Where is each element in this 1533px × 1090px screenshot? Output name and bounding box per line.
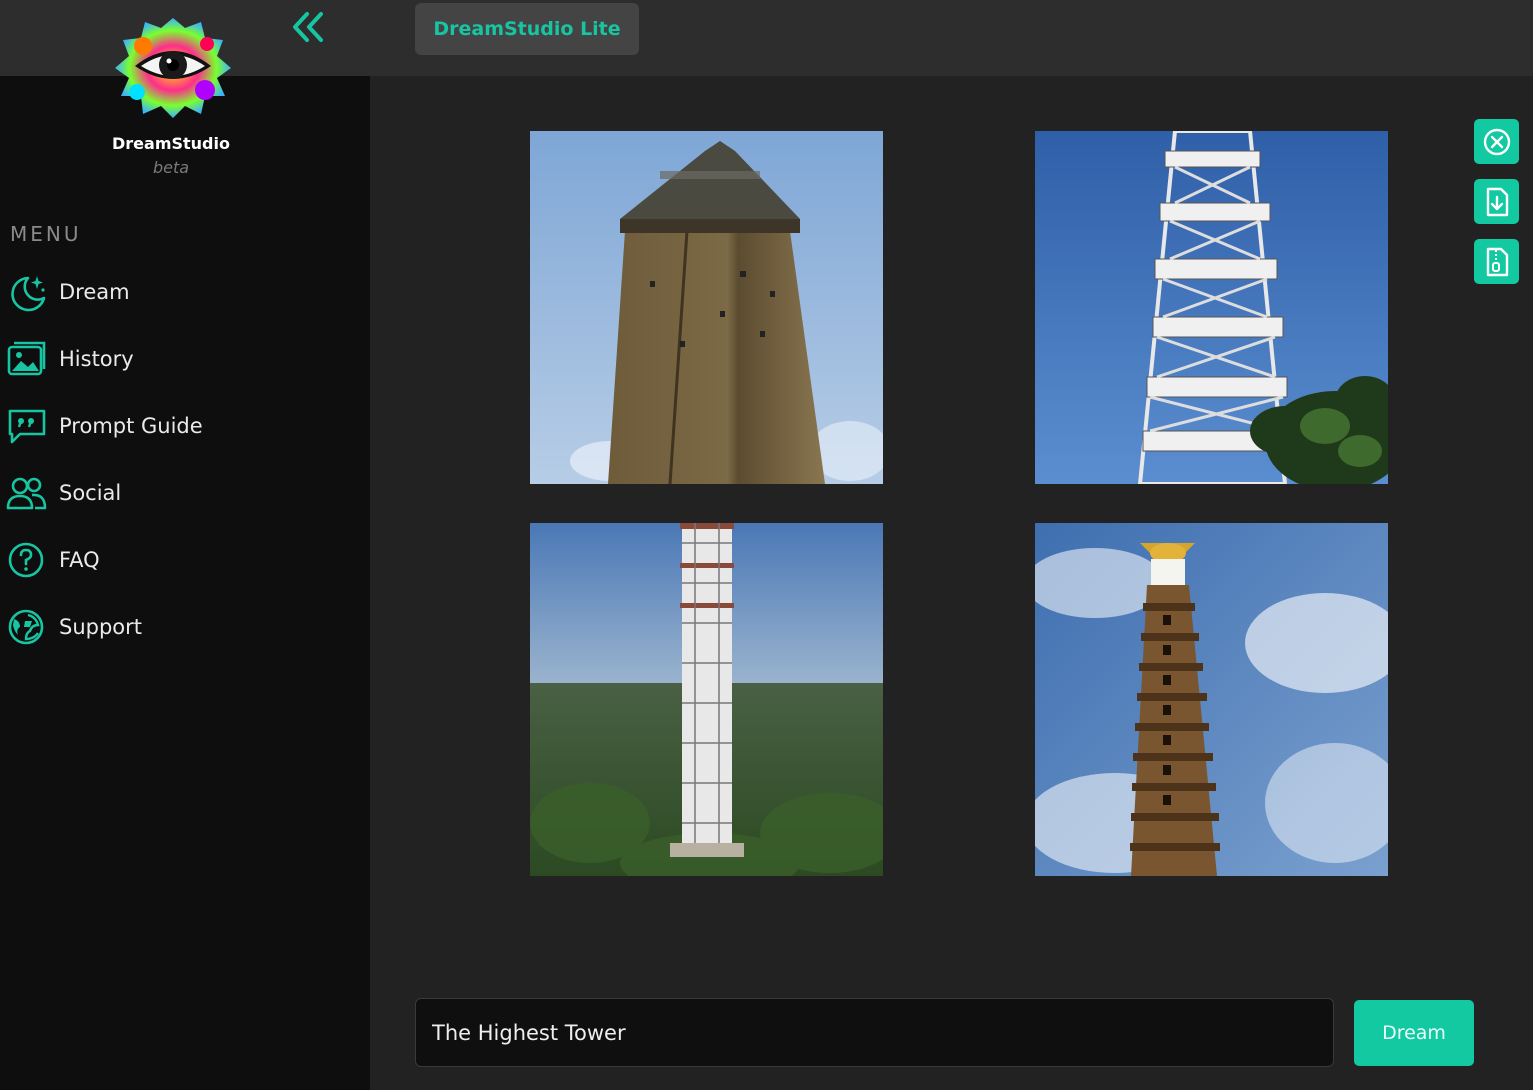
generated-image[interactable] <box>1035 131 1388 484</box>
dreamstudio-logo <box>113 16 233 120</box>
sidebar-item-label: Support <box>59 615 143 639</box>
brand-subtitle: beta <box>152 158 190 177</box>
download-zip-button[interactable] <box>1474 239 1519 284</box>
sidebar-item-dream[interactable]: Dream <box>6 270 346 314</box>
download-icon <box>1486 187 1508 216</box>
question-circle-icon <box>8 542 44 578</box>
close-icon <box>1483 128 1510 155</box>
sidebar-item-support[interactable]: Support <box>6 605 346 649</box>
sidebar-item-history[interactable]: History <box>6 337 346 381</box>
generated-image[interactable] <box>1035 523 1388 876</box>
quote-bubble-icon <box>8 409 46 444</box>
generated-image[interactable] <box>530 523 883 876</box>
globe-support-icon <box>8 609 44 645</box>
sidebar-item-label: Social <box>59 481 122 505</box>
close-button[interactable] <box>1474 119 1519 164</box>
brand-name: DreamStudio <box>112 134 230 153</box>
zip-file-icon <box>1486 247 1508 276</box>
sidebar-item-label: Prompt Guide <box>59 414 203 438</box>
menu-heading: MENU <box>10 222 82 246</box>
page-title: DreamStudio Lite <box>415 3 639 55</box>
moon-sparkle-icon <box>11 276 46 312</box>
users-icon <box>6 477 47 510</box>
generated-image[interactable] <box>530 131 883 484</box>
sidebar-item-label: FAQ <box>59 548 100 572</box>
prompt-input[interactable] <box>415 998 1334 1067</box>
sidebar-item-label: Dream <box>59 280 130 304</box>
double-chevron-left-icon <box>293 12 323 42</box>
sidebar-item-prompt-guide[interactable]: Prompt Guide <box>6 404 346 448</box>
gallery-icon <box>7 341 46 376</box>
sidebar-item-social[interactable]: Social <box>6 471 346 515</box>
collapse-sidebar-button[interactable] <box>290 10 326 44</box>
sidebar-item-faq[interactable]: FAQ <box>6 538 346 582</box>
download-button[interactable] <box>1474 179 1519 224</box>
dream-button[interactable]: Dream <box>1354 1000 1474 1066</box>
sidebar-item-label: History <box>59 347 134 371</box>
